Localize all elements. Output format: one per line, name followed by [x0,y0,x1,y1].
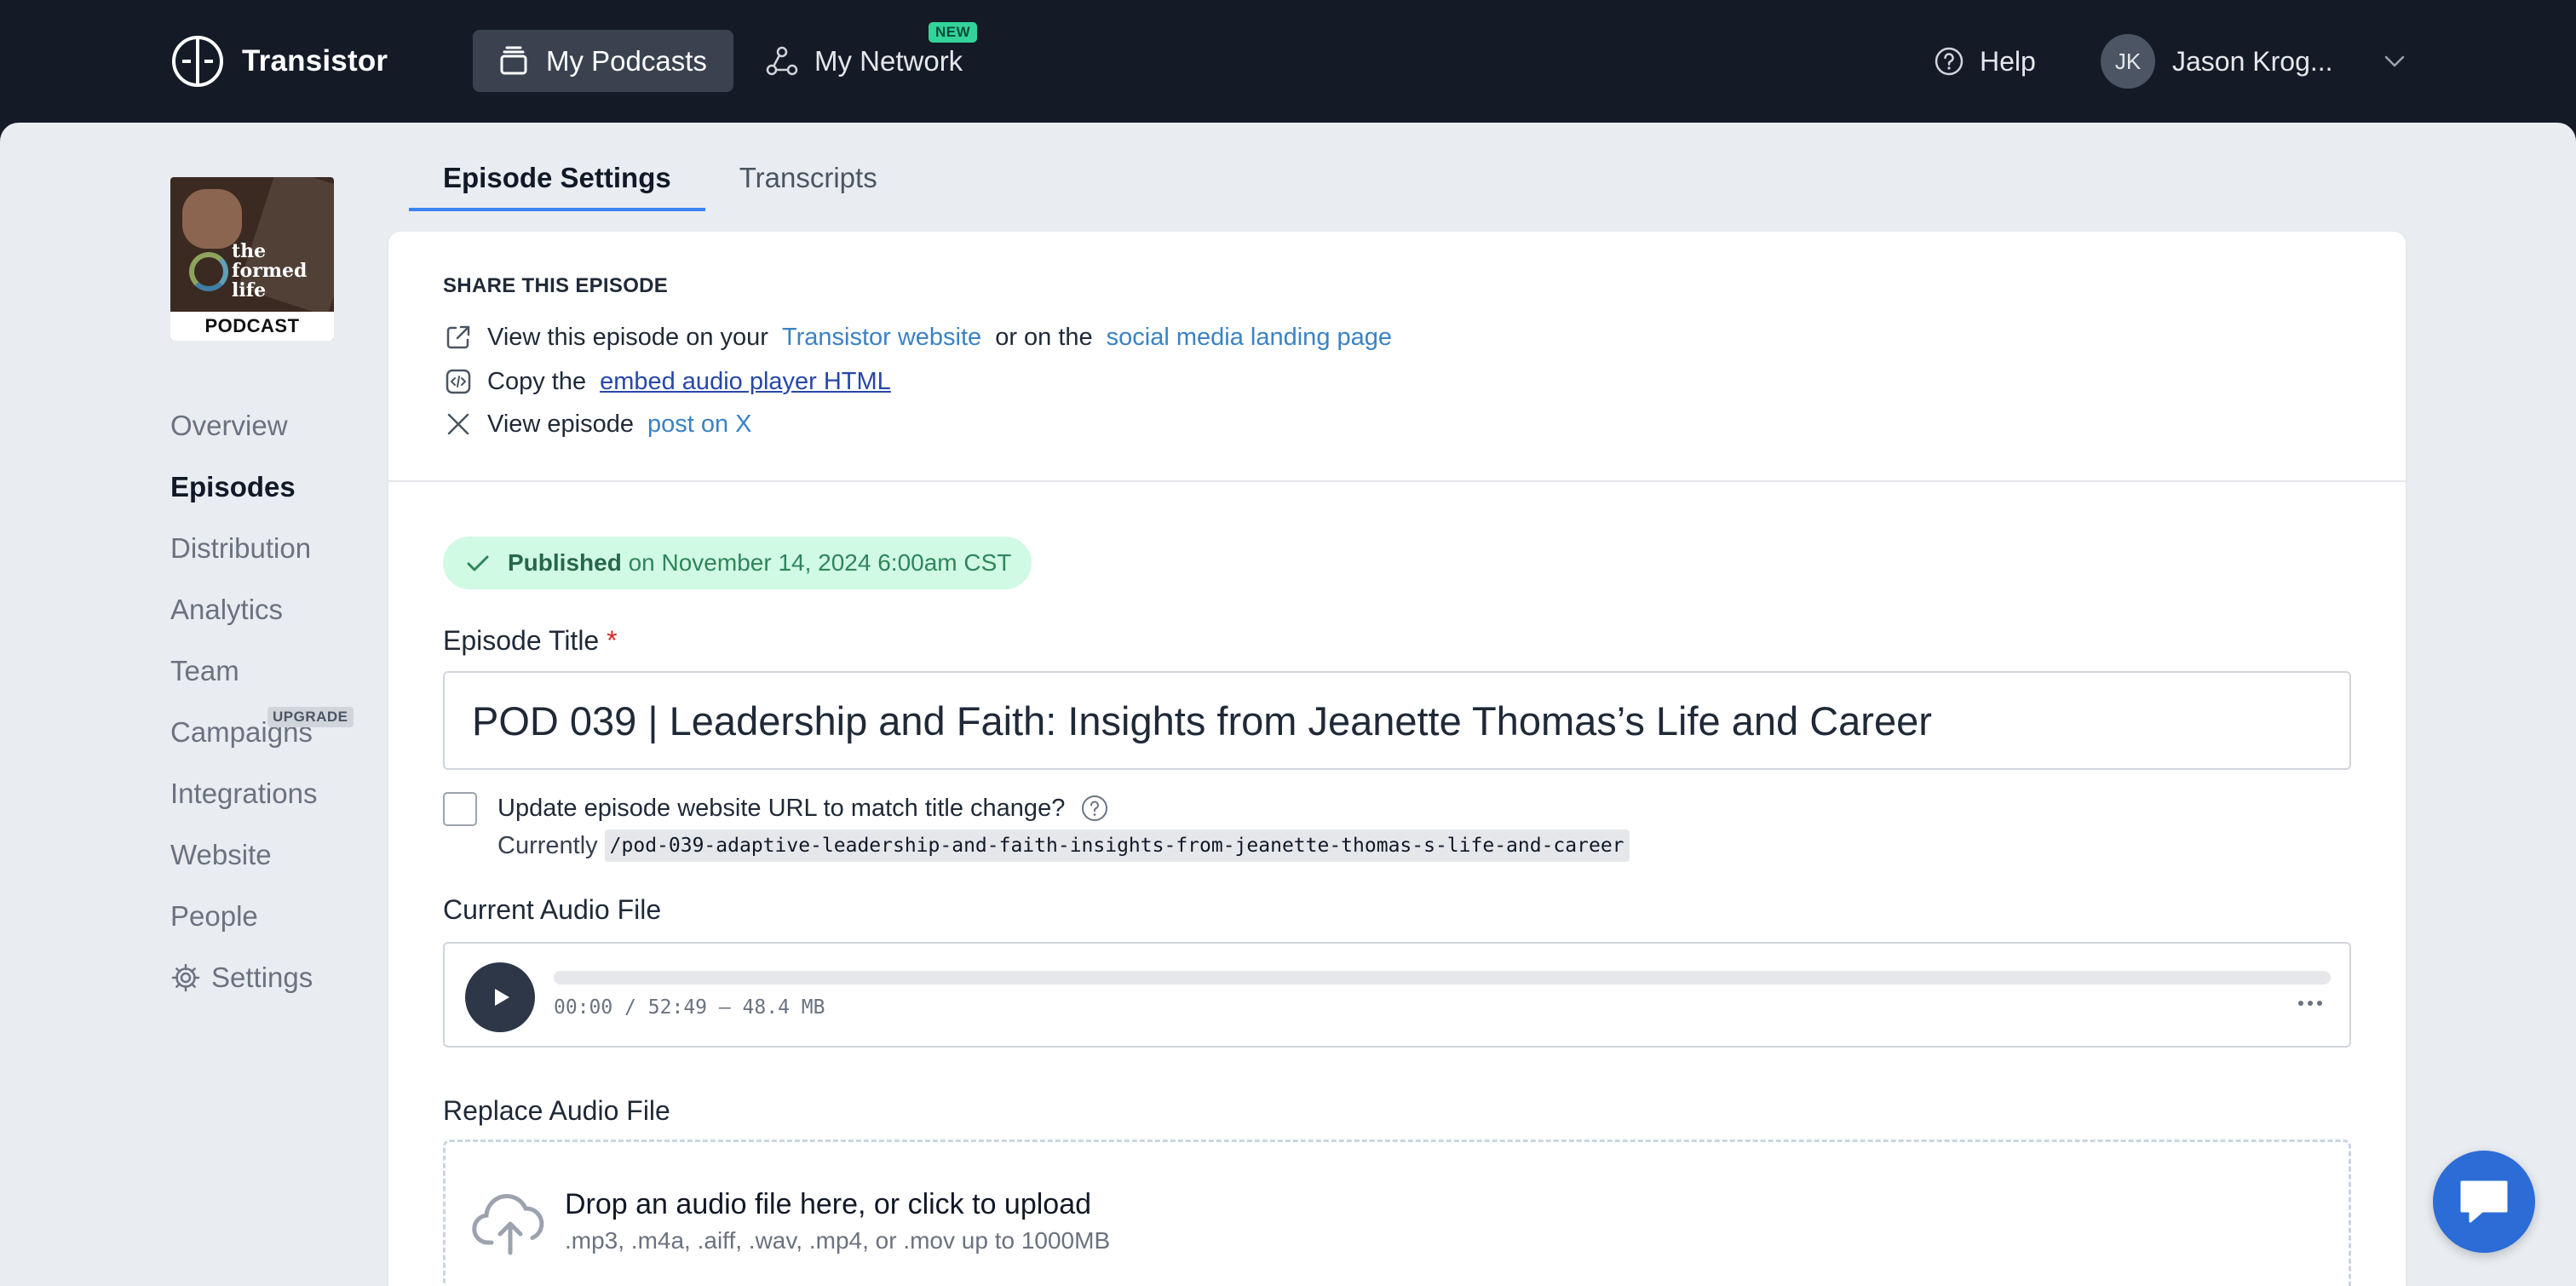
chevron-down-icon [2384,55,2404,67]
share-heading: SHARE THIS EPISODE [443,274,669,297]
external-link-icon [446,325,470,349]
sidebar: Overview Episodes Distribution Analytics… [170,395,366,1008]
sidebar-item-team[interactable]: Team [170,640,366,702]
current-url-row: Currently /pod-039-adaptive-leadership-a… [497,830,1630,862]
sidebar-item-analytics[interactable]: Analytics [170,579,366,640]
dropzone-subtitle: .mp3, .m4a, .aiff, .wav, .mp4, or .mov u… [565,1227,1111,1254]
new-badge: NEW [929,22,978,43]
cover-ring-logo [189,252,228,291]
audio-progress-track[interactable] [554,971,2331,985]
check-icon [467,555,489,571]
post-on-x-link[interactable]: post on X [647,410,752,439]
my-network-label: My Network [814,44,963,77]
social-landing-page-link[interactable]: social media landing page [1107,324,1392,352]
network-icon [766,46,798,75]
transistor-logo-icon [172,36,223,87]
my-podcasts-label: My Podcasts [546,44,707,77]
current-slug: /pod-039-adaptive-leadership-and-faith-i… [604,830,1630,862]
podcast-cover-image[interactable]: the formed life PODCAST [170,177,334,341]
transistor-website-link[interactable]: Transistor website [782,324,981,352]
brand-logo[interactable]: Transistor [170,32,388,90]
section-divider [388,480,2406,482]
user-menu-button[interactable]: JK Jason Krog... [2101,32,2408,90]
code-icon [446,369,471,394]
sidebar-item-people[interactable]: People [170,886,366,947]
episode-title-input[interactable] [443,671,2351,770]
question-circle-icon[interactable] [1080,794,1109,823]
play-button[interactable] [465,962,535,1032]
sidebar-item-episodes[interactable]: Episodes [170,456,366,518]
dropzone-title: Drop an audio file here, or click to upl… [565,1188,1092,1220]
avatar: JK [2101,34,2155,89]
x-logo-icon [447,413,469,435]
share-website-row: View this episode on your Transistor web… [443,319,1392,356]
cover-label: PODCAST [170,312,334,341]
tab-episode-settings[interactable]: Episode Settings [409,152,705,211]
chat-support-button[interactable] [2433,1151,2535,1253]
audio-player: 00:00 / 52:49 — 48.4 MB [443,942,2351,1048]
current-audio-heading: Current Audio File [443,894,662,925]
gear-icon [171,963,200,992]
chat-bubble-icon [2460,1180,2508,1223]
embed-player-link[interactable]: embed audio player HTML [600,368,891,396]
stack-icon [500,46,527,74]
sidebar-item-distribution[interactable]: Distribution [170,518,366,579]
help-button[interactable]: Help [1934,36,2036,87]
audio-upload-dropzone[interactable]: Drop an audio file here, or click to upl… [443,1140,2351,1286]
replace-audio-heading: Replace Audio File [443,1095,670,1126]
episode-title-label: Episode Title * [443,625,618,656]
sidebar-item-campaigns[interactable]: Campaigns UPGRADE [170,702,366,763]
cloud-upload-icon [472,1194,544,1255]
help-label: Help [1980,45,2036,77]
play-icon [495,989,509,1006]
share-embed-row: Copy the embed audio player HTML [443,363,891,400]
upgrade-badge: UPGRADE [267,707,354,727]
more-options-icon[interactable] [2295,995,2326,1012]
share-x-row: View episode post on X [443,405,752,443]
update-url-checkbox[interactable] [443,792,477,826]
update-url-label: Update episode website URL to match titl… [497,794,1109,823]
question-circle-icon [1935,47,1964,76]
sidebar-item-overview[interactable]: Overview [170,395,366,456]
audio-time-readout: 00:00 / 52:49 — 48.4 MB [554,996,825,1019]
sidebar-item-website[interactable]: Website [170,824,366,886]
my-podcasts-button[interactable]: My Podcasts [473,30,733,92]
episode-settings-card: SHARE THIS EPISODE View this episode on … [388,232,2406,1286]
brand-name: Transistor [242,44,388,78]
episode-tabs: Episode Settings Transcripts [409,152,911,211]
tab-transcripts[interactable]: Transcripts [705,152,911,211]
user-name: Jason Krog... [2172,45,2333,77]
top-navigation: Transistor My Podcasts My Network NEW He… [0,0,2576,123]
status-badge: Published on November 14, 2024 6:00am CS… [443,537,1032,589]
cover-title: the formed life [232,240,308,301]
sidebar-item-integrations[interactable]: Integrations [170,763,366,824]
sidebar-item-settings[interactable]: Settings [170,947,366,1008]
